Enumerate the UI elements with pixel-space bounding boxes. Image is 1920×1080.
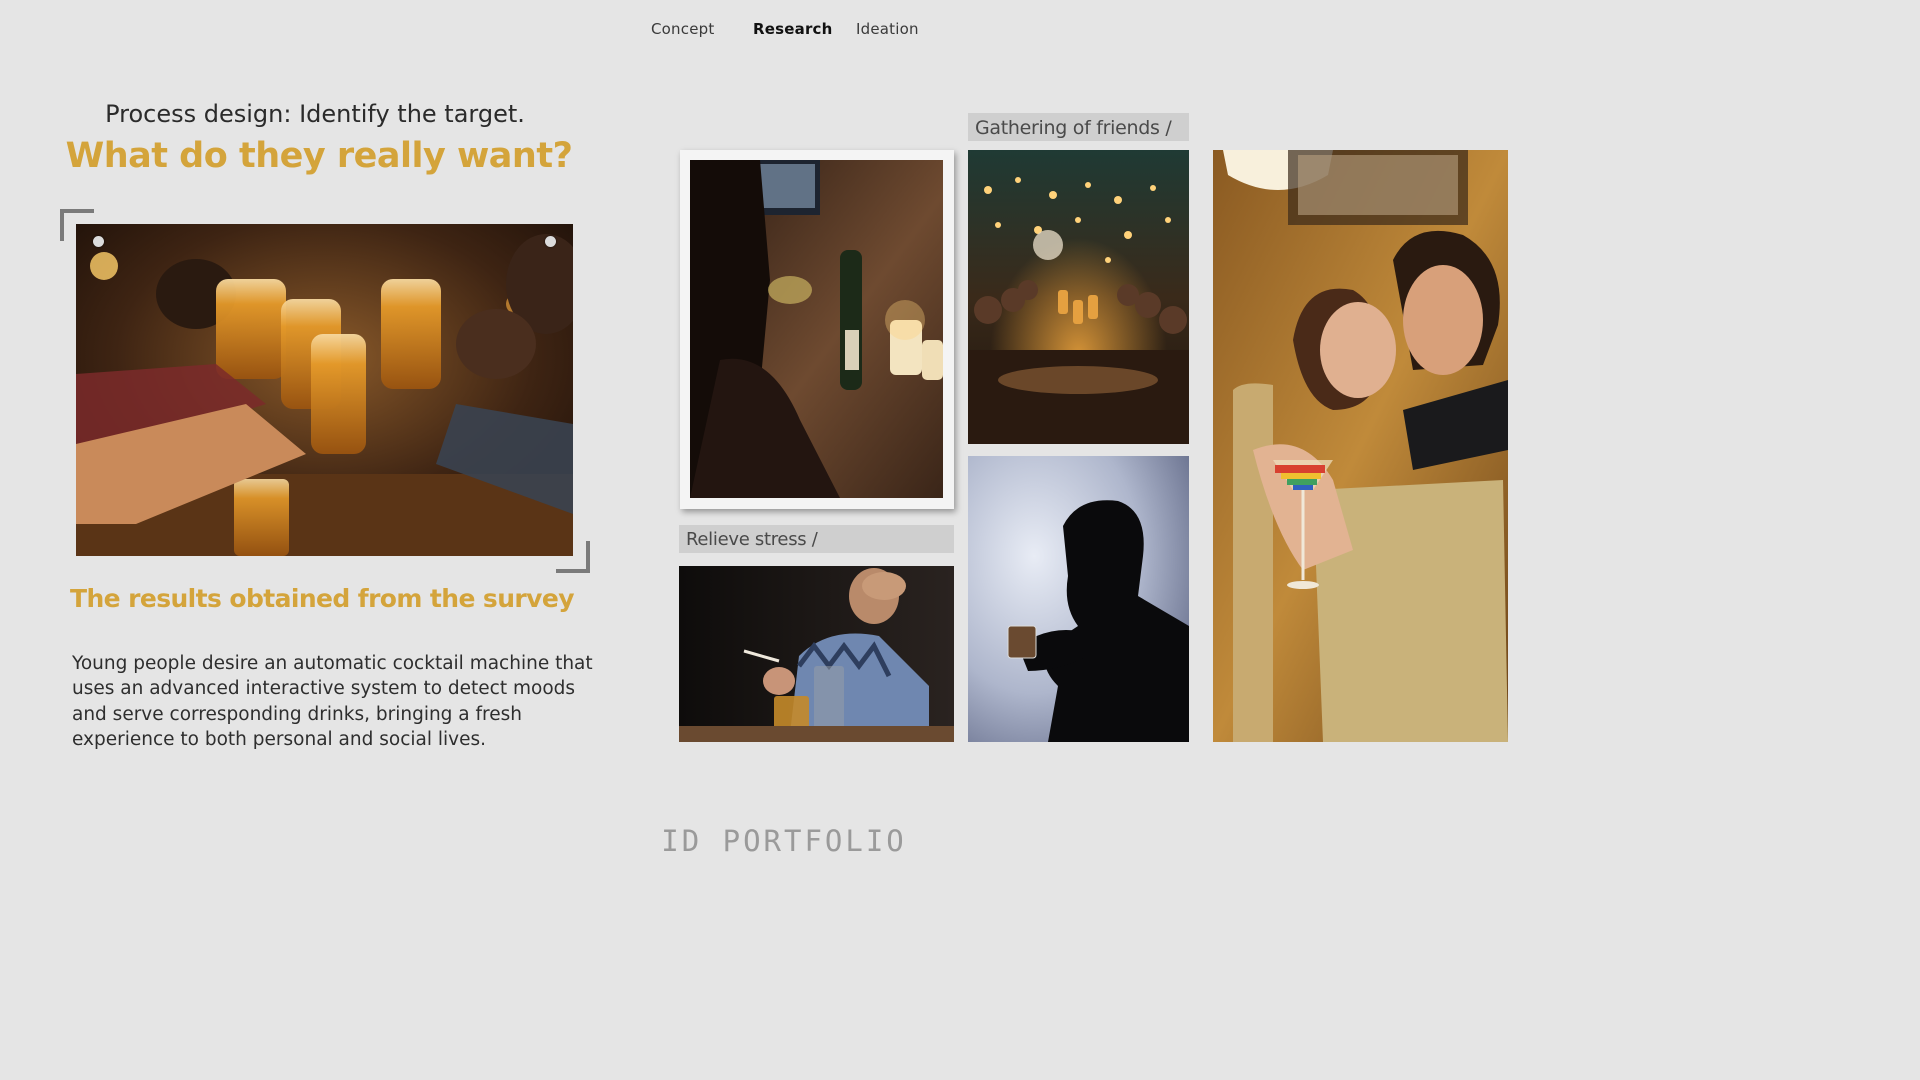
photo-outdoor-party [968, 150, 1189, 444]
photo-friends-toasting-beer [76, 224, 573, 556]
nav-item-concept[interactable]: Concept [651, 20, 714, 38]
survey-title: The results obtained from the survey [70, 584, 574, 613]
top-nav: Concept Research Ideation [0, 20, 1568, 44]
photo-stressed-man-drinking [679, 566, 954, 742]
photo-wine-candles [690, 160, 943, 498]
tag-gathering-of-friends: Gathering of friends / [968, 113, 1189, 141]
tag-relieve-stress: Relieve stress / [679, 525, 954, 553]
pin-marker [545, 236, 556, 247]
footer-brand: ID PORTFOLIO [661, 824, 907, 858]
nav-item-research[interactable]: Research [753, 20, 833, 38]
survey-body: Young people desire an automatic cocktai… [72, 652, 593, 751]
nav-item-ideation[interactable]: Ideation [856, 20, 919, 38]
pin-marker [93, 236, 104, 247]
photo-silhouette-with-drink [968, 456, 1189, 742]
photo-couple-with-cocktail [1213, 150, 1508, 742]
page-headline: What do they really want? [65, 136, 573, 176]
page-subtitle: Process design: Identify the target. [105, 100, 525, 128]
